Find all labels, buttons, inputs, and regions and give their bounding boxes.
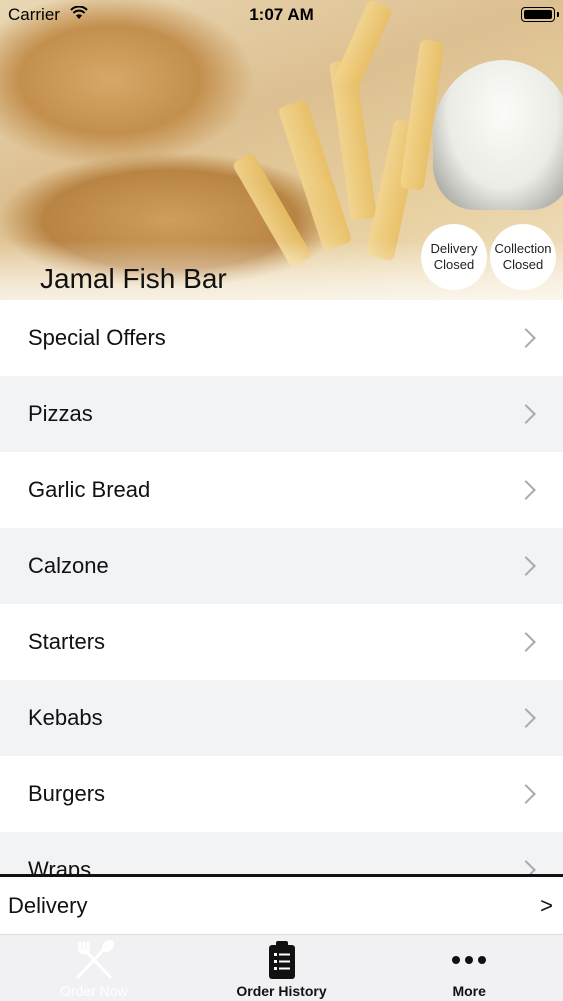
- menu-item-label: Special Offers: [28, 325, 166, 350]
- chevron-right-icon: [516, 480, 536, 500]
- collection-badge-title: Collection: [494, 241, 552, 256]
- menu-item-garlic-bread[interactable]: Garlic Bread: [0, 452, 563, 528]
- chevron-right-icon: [516, 404, 536, 424]
- fork-knife-icon: [72, 939, 116, 981]
- chevron-right-icon: [516, 328, 536, 348]
- menu-item-label: Starters: [28, 629, 106, 654]
- chevron-right-icon: [516, 632, 536, 652]
- status-time: 1:07 AM: [249, 5, 314, 24]
- chevron-right-icon: [516, 556, 536, 576]
- menu-item-pizzas[interactable]: Pizzas: [0, 376, 563, 452]
- order-mode-arrow-icon: >: [540, 892, 553, 918]
- tab-label: Order History: [236, 983, 327, 999]
- chevron-right-icon: [516, 784, 536, 804]
- collection-status-badge: Collection Closed: [490, 224, 556, 290]
- tab-order-now[interactable]: Order Now: [0, 935, 188, 1001]
- menu-item-wraps[interactable]: Wraps: [0, 832, 563, 876]
- tab-order-history[interactable]: Order History: [188, 935, 376, 1001]
- tab-label: More: [452, 983, 486, 999]
- menu-item-label: Pizzas: [28, 401, 93, 426]
- delivery-badge-title: Delivery: [430, 241, 478, 256]
- status-bar: Carrier 1:07 AM: [0, 0, 563, 30]
- delivery-badge-status: Closed: [433, 257, 475, 272]
- chevron-right-icon: [516, 708, 536, 728]
- clipboard-list-icon: [267, 939, 297, 981]
- order-mode-selector[interactable]: Delivery >: [0, 874, 563, 934]
- menu-item-starters[interactable]: Starters: [0, 604, 563, 680]
- menu-item-special-offers[interactable]: Special Offers: [0, 300, 563, 376]
- menu-item-label: Burgers: [28, 781, 106, 806]
- tab-bar: Order Now Order History More: [0, 934, 563, 1001]
- tab-more[interactable]: More: [375, 935, 563, 1001]
- menu-item-label: Calzone: [28, 553, 109, 578]
- collection-badge-status: Closed: [502, 257, 544, 272]
- delivery-status-badge: Delivery Closed: [421, 224, 487, 290]
- battery-icon: [521, 7, 559, 22]
- menu-item-kebabs[interactable]: Kebabs: [0, 680, 563, 756]
- menu-item-label: Kebabs: [28, 705, 103, 730]
- tab-label: Order Now: [59, 983, 128, 999]
- menu-item-label: Garlic Bread: [28, 477, 151, 502]
- dip-sauce-image: [433, 60, 563, 210]
- restaurant-name: Jamal Fish Bar: [40, 263, 227, 294]
- menu-item-burgers[interactable]: Burgers: [0, 756, 563, 832]
- menu-category-list[interactable]: Special Offers Pizzas Garlic Bread Calzo…: [0, 300, 563, 876]
- order-mode-label: Delivery: [8, 892, 88, 918]
- menu-item-calzone[interactable]: Calzone: [0, 528, 563, 604]
- more-dots-icon: [451, 939, 487, 981]
